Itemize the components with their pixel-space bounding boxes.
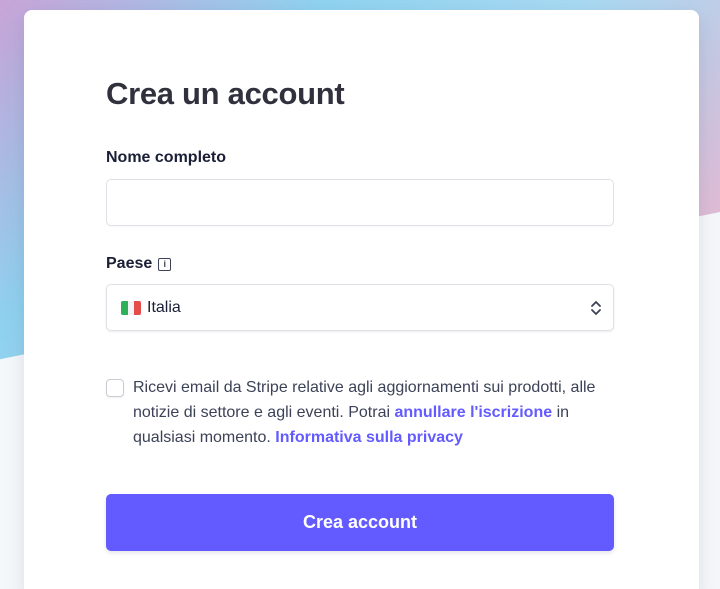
email-consent-checkbox[interactable]: [106, 379, 124, 397]
unsubscribe-link[interactable]: annullare l'iscrizione: [394, 404, 552, 421]
chevron-updown-icon: [591, 301, 601, 315]
create-account-button[interactable]: Crea account: [106, 494, 614, 551]
country-select[interactable]: Italia: [106, 284, 614, 331]
full-name-field-wrapper: [106, 179, 614, 226]
country-label-row: Paese i: [106, 255, 172, 273]
privacy-policy-link[interactable]: Informativa sulla privacy: [275, 429, 463, 446]
info-icon[interactable]: i: [158, 257, 172, 271]
signup-card: Crea un account Nome completo Paese i It…: [24, 10, 699, 589]
full-name-input[interactable]: [107, 180, 613, 225]
country-select-value: Italia: [147, 298, 181, 316]
page-title: Crea un account: [106, 76, 345, 111]
full-name-label: Nome completo: [106, 149, 227, 166]
country-label: Paese: [106, 255, 153, 272]
italy-flag-icon: [121, 300, 141, 315]
email-consent-text: Ricevi email da Stripe relative agli agg…: [133, 375, 623, 450]
